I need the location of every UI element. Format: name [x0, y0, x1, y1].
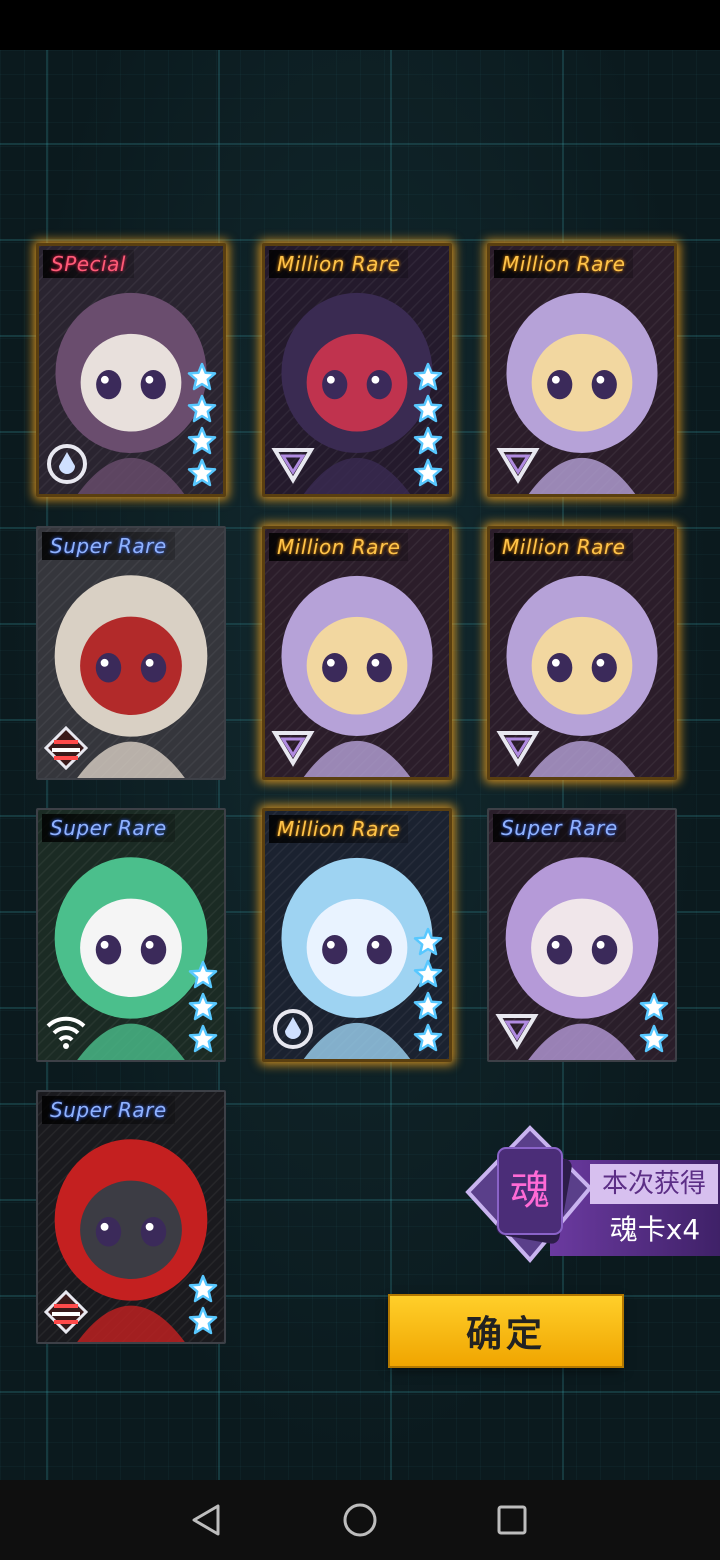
confirm-button[interactable]: 确定 — [390, 1296, 622, 1366]
star-rating — [187, 362, 217, 488]
stripes-icon — [43, 1289, 89, 1335]
rarity-label: Million Rare — [494, 533, 634, 561]
reward-amount: 魂卡x4 — [609, 1213, 701, 1246]
status-bar — [0, 0, 720, 50]
star-rating — [639, 992, 669, 1054]
result-card[interactable]: Super Rare — [36, 808, 226, 1062]
rarity-label: Super Rare — [42, 532, 175, 560]
soul-card-icon: 魂 — [465, 1125, 593, 1264]
rarity-label: Million Rare — [494, 250, 634, 278]
star-icon — [187, 426, 217, 455]
result-card[interactable]: SPecial — [36, 243, 226, 497]
star-icon — [188, 960, 218, 989]
recents-icon[interactable] — [490, 1498, 534, 1542]
result-card[interactable]: Super Rare — [487, 808, 677, 1062]
star-icon — [413, 959, 443, 988]
result-card[interactable]: Million Rare — [262, 526, 452, 780]
reward-label: 本次获得 — [590, 1164, 718, 1204]
back-icon[interactable] — [184, 1498, 228, 1542]
triangle-rank-icon — [495, 1014, 539, 1050]
star-icon — [188, 1274, 218, 1303]
star-icon — [188, 1306, 218, 1335]
triangle-rank-icon — [496, 448, 540, 484]
star-icon — [639, 1024, 669, 1053]
rarity-label: Super Rare — [42, 814, 175, 842]
drop-target-icon — [47, 444, 87, 484]
star-icon — [413, 394, 443, 423]
soul-card-reward-panel: 魂 本次获得 魂卡x4 — [460, 1120, 720, 1270]
star-icon — [413, 927, 443, 956]
triangle-rank-icon — [496, 731, 540, 767]
star-rating — [413, 362, 443, 488]
svg-text:魂: 魂 — [510, 1168, 550, 1214]
star-icon — [639, 992, 669, 1021]
rarity-label: SPecial — [43, 250, 134, 278]
result-card[interactable]: Super Rare — [36, 1090, 226, 1344]
star-rating — [188, 1274, 218, 1336]
rarity-label: Million Rare — [269, 815, 409, 843]
star-icon — [413, 362, 443, 391]
result-card[interactable]: Million Rare — [262, 808, 452, 1062]
rarity-label: Million Rare — [269, 533, 409, 561]
star-icon — [413, 991, 443, 1020]
rarity-label: Million Rare — [269, 250, 409, 278]
star-icon — [187, 394, 217, 423]
rarity-label: Super Rare — [42, 1096, 175, 1124]
star-icon — [413, 458, 443, 487]
star-icon — [187, 458, 217, 487]
rarity-label: Super Rare — [493, 814, 626, 842]
star-rating — [413, 927, 443, 1053]
wifi-signal-icon — [46, 1016, 86, 1049]
triangle-rank-icon — [271, 448, 315, 484]
result-card[interactable]: Million Rare — [487, 243, 677, 497]
star-icon — [413, 1023, 443, 1052]
result-card[interactable]: Super Rare — [36, 526, 226, 780]
drop-target-icon — [273, 1009, 313, 1049]
home-icon[interactable] — [338, 1498, 382, 1542]
star-icon — [413, 426, 443, 455]
star-icon — [188, 992, 218, 1021]
stripes-icon — [43, 725, 89, 771]
star-rating — [188, 960, 218, 1054]
android-nav-bar — [0, 1480, 720, 1560]
triangle-rank-icon — [271, 731, 315, 767]
result-card[interactable]: Million Rare — [487, 526, 677, 780]
result-card[interactable]: Million Rare — [262, 243, 452, 497]
star-icon — [187, 362, 217, 391]
star-icon — [188, 1024, 218, 1053]
